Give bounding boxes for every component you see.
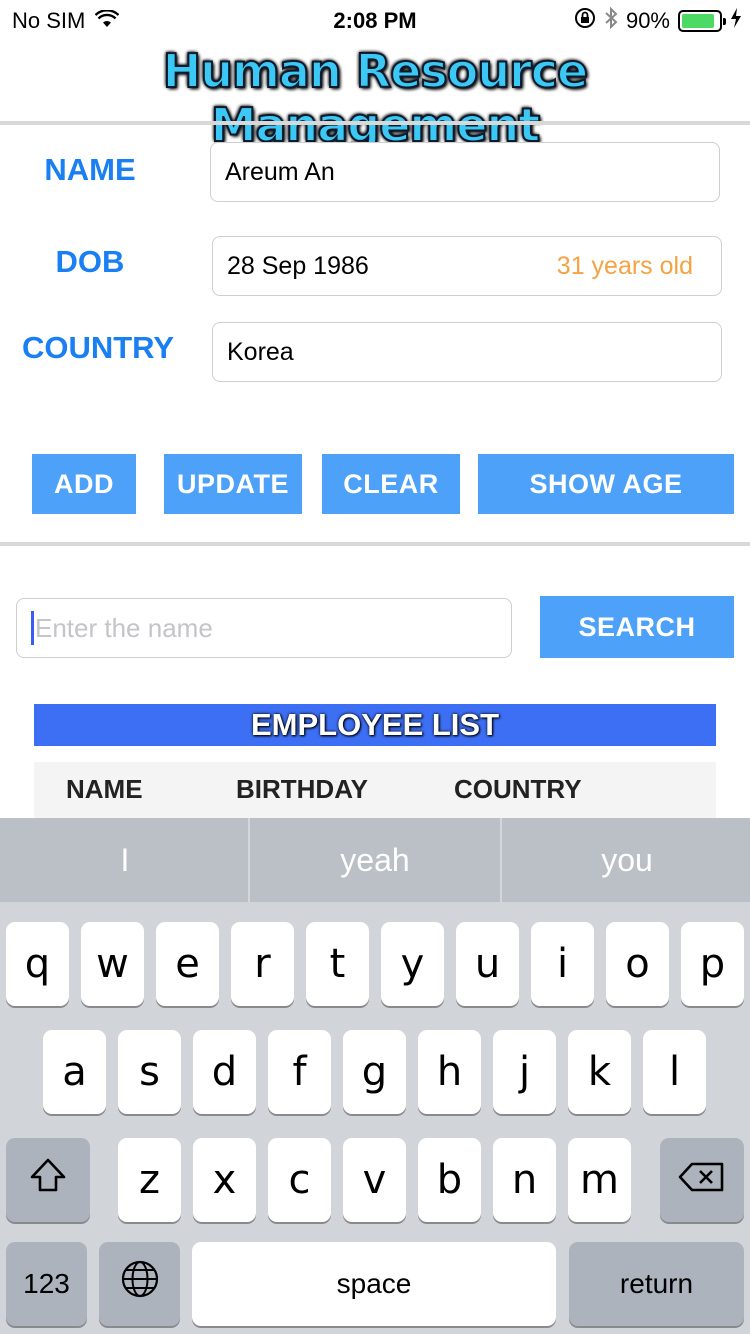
key-t[interactable]: t <box>306 922 369 1006</box>
age-text: 31 years old <box>556 251 693 280</box>
key-j[interactable]: j <box>493 1030 556 1114</box>
key-l[interactable]: l <box>643 1030 706 1114</box>
dob-value: 28 Sep 1986 <box>227 251 369 280</box>
shift-icon <box>28 1156 68 1204</box>
globe-key[interactable] <box>99 1242 180 1326</box>
add-button[interactable]: ADD <box>32 454 136 514</box>
show-age-button[interactable]: SHOW AGE <box>478 454 734 514</box>
search-placeholder: Enter the name <box>35 612 213 643</box>
suggestion-1[interactable]: I <box>0 818 250 902</box>
key-w[interactable]: w <box>81 922 144 1006</box>
suggestion-bar: I yeah you <box>0 818 750 902</box>
key-u[interactable]: u <box>456 922 519 1006</box>
key-c[interactable]: c <box>268 1138 331 1222</box>
search-input[interactable]: Enter the name <box>16 598 512 658</box>
globe-icon <box>120 1259 160 1309</box>
name-field[interactable]: Areum An <box>210 142 720 202</box>
battery-icon <box>678 10 726 32</box>
column-birthday[interactable]: BIRTHDAY <box>236 774 368 805</box>
key-k[interactable]: k <box>568 1030 631 1114</box>
key-n[interactable]: n <box>493 1138 556 1222</box>
battery-percent: 90% <box>625 8 670 33</box>
key-q[interactable]: q <box>6 922 69 1006</box>
name-value: Areum An <box>225 157 335 186</box>
space-key[interactable]: space <box>192 1242 556 1326</box>
bluetooth-icon <box>604 6 618 36</box>
country-value: Korea <box>227 337 294 366</box>
key-f[interactable]: f <box>268 1030 331 1114</box>
key-h[interactable]: h <box>418 1030 481 1114</box>
key-r[interactable]: r <box>231 922 294 1006</box>
key-p[interactable]: p <box>681 922 744 1006</box>
text-caret <box>31 611 34 645</box>
return-key[interactable]: return <box>569 1242 744 1326</box>
key-a[interactable]: a <box>43 1030 106 1114</box>
key-y[interactable]: y <box>381 922 444 1006</box>
employee-list-columns: NAME BIRTHDAY COUNTRY <box>34 762 716 818</box>
key-v[interactable]: v <box>343 1138 406 1222</box>
status-bar: No SIM 2:08 PM 90% <box>0 0 750 40</box>
clear-button[interactable]: CLEAR <box>322 454 460 514</box>
battery-level <box>682 14 715 28</box>
country-label: COUNTRY <box>21 330 175 365</box>
header-divider <box>0 121 750 125</box>
delete-key[interactable] <box>660 1138 744 1222</box>
key-o[interactable]: o <box>606 922 669 1006</box>
key-z[interactable]: z <box>118 1138 181 1222</box>
dob-field[interactable]: 28 Sep 1986 31 years old <box>212 236 722 296</box>
employee-list-title: EMPLOYEE LIST <box>34 704 716 746</box>
key-m[interactable]: m <box>568 1138 631 1222</box>
update-button[interactable]: UPDATE <box>164 454 302 514</box>
key-b[interactable]: b <box>418 1138 481 1222</box>
form-divider <box>0 542 750 546</box>
name-label: NAME <box>44 152 136 187</box>
keyboard: I yeah you q w e r t y u i o p a s d f g… <box>0 818 750 1334</box>
key-x[interactable]: x <box>193 1138 256 1222</box>
backspace-icon <box>678 1157 726 1203</box>
shift-key[interactable] <box>6 1138 90 1222</box>
key-d[interactable]: d <box>193 1030 256 1114</box>
rotation-lock-icon <box>574 7 596 35</box>
column-name[interactable]: NAME <box>66 774 143 805</box>
key-e[interactable]: e <box>156 922 219 1006</box>
dob-label: DOB <box>55 244 125 279</box>
country-field[interactable]: Korea <box>212 322 722 382</box>
search-button[interactable]: SEARCH <box>540 596 734 658</box>
suggestion-3[interactable]: you <box>502 818 750 902</box>
column-country[interactable]: COUNTRY <box>454 774 582 805</box>
key-s[interactable]: s <box>118 1030 181 1114</box>
suggestion-2[interactable]: yeah <box>250 818 500 902</box>
key-g[interactable]: g <box>343 1030 406 1114</box>
charging-icon <box>730 8 742 34</box>
numbers-key[interactable]: 123 <box>6 1242 87 1326</box>
key-i[interactable]: i <box>531 922 594 1006</box>
app-title: Human Resource Management <box>162 43 589 153</box>
